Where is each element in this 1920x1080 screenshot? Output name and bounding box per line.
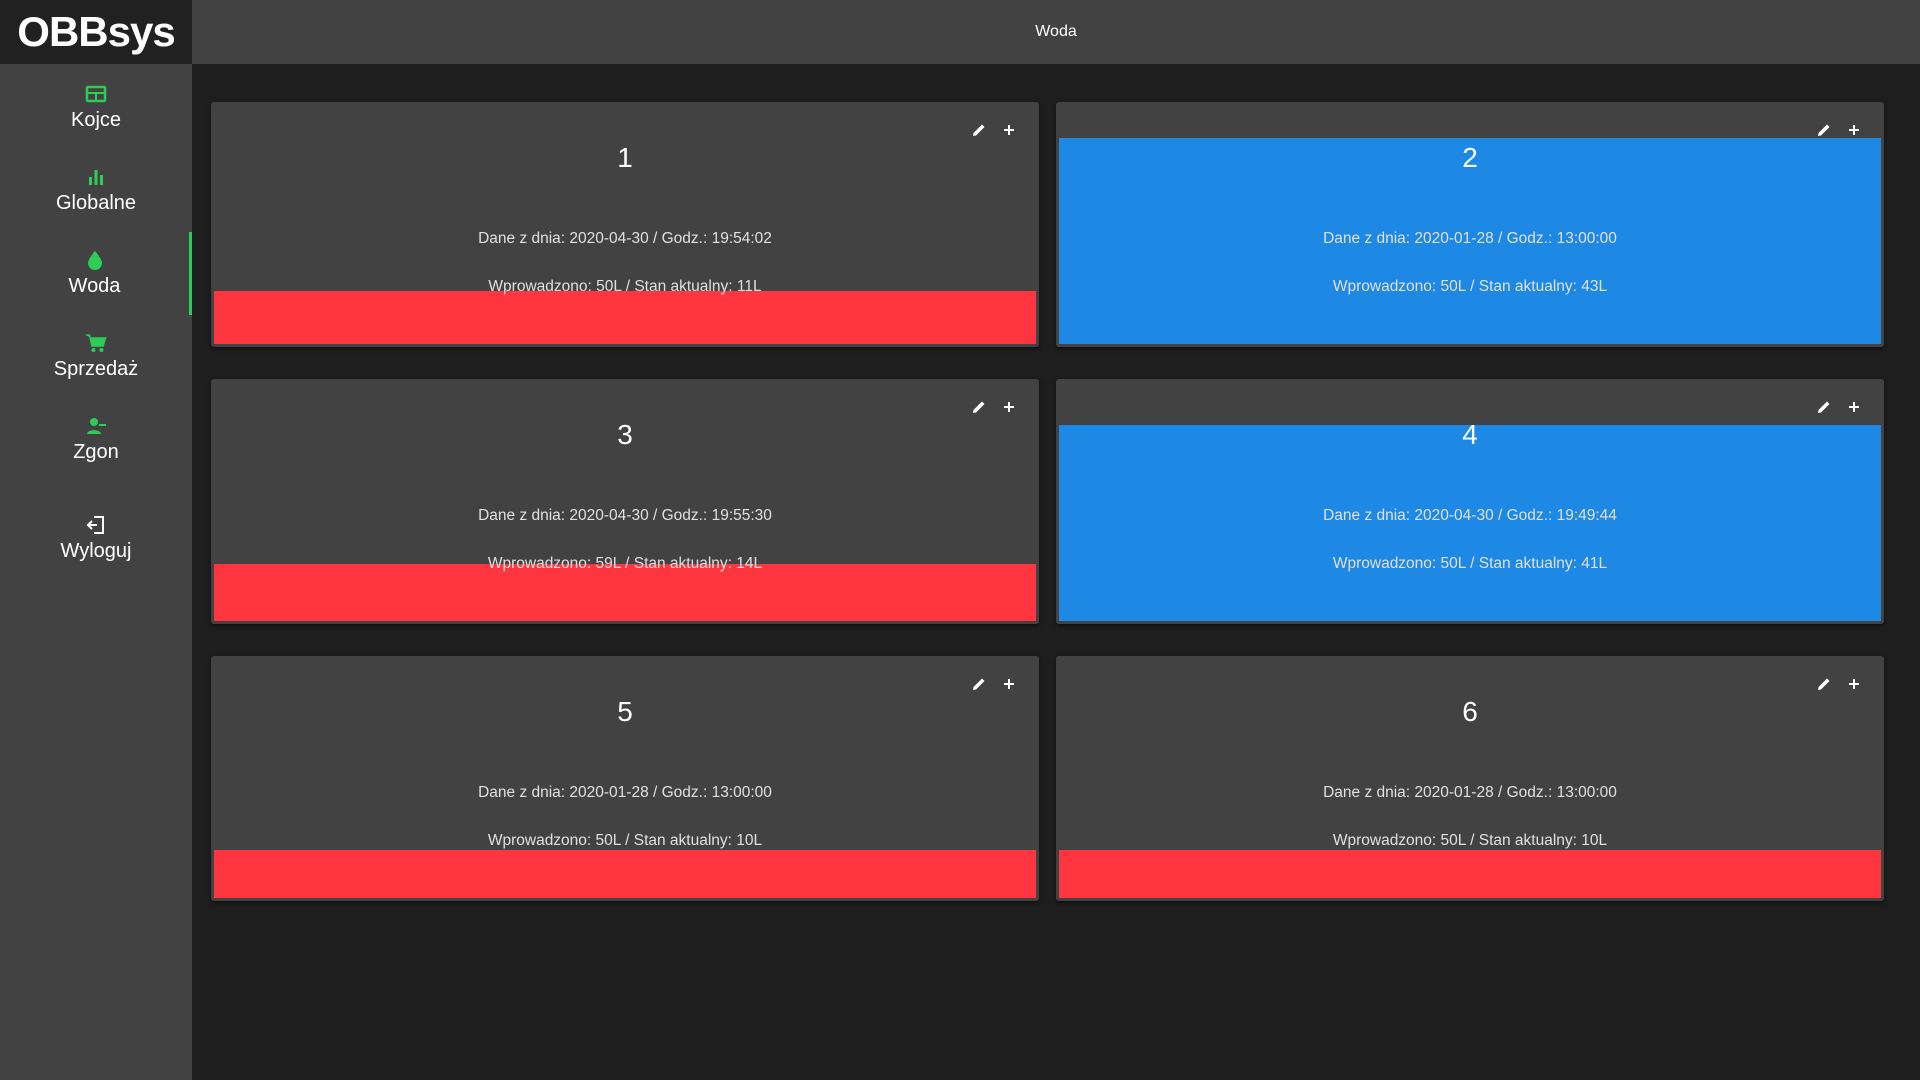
person-remove-icon [85,415,107,437]
water-card-4: 4 Dane z dnia: 2020-04-30 / Godz.: 19:49… [1056,379,1884,624]
top-bar: Woda [192,0,1920,64]
page-title: Woda [1035,23,1077,40]
sidebar-item-kojce[interactable]: Kojce [0,66,192,149]
water-level-bar [214,850,1036,898]
sidebar-item-label: Wyloguj [60,540,132,562]
card-date: Dane z dnia: 2020-04-30 / Godz.: 19:55:3… [478,507,772,524]
card-number: 3 [617,419,633,450]
card-amount: Wprowadzono: 50L / Stan aktualny: 10L [487,832,763,849]
add-icon[interactable] [1001,399,1017,415]
shopping-cart-icon [85,332,107,354]
card-amount: Wprowadzono: 50L / Stan aktualny: 41L [1332,555,1608,572]
card-amount: Wprowadzono: 50L / Stan aktualny: 11L [488,278,762,295]
sidebar-item-wyloguj[interactable]: Wyloguj [0,497,192,580]
water-level-bar [1059,850,1881,898]
water-card-2: 2 Dane z dnia: 2020-01-28 / Godz.: 13:00… [1056,102,1884,347]
card-number: 2 [1462,142,1478,173]
card-date: Dane z dnia: 2020-01-28 / Godz.: 13:00:0… [1323,784,1617,801]
card-date: Dane z dnia: 2020-01-28 / Godz.: 13:00:0… [478,784,772,801]
water-card-5: 5 Dane z dnia: 2020-01-28 / Godz.: 13:00… [211,656,1039,901]
edit-icon[interactable] [971,122,987,138]
water-card-3: 3 Dane z dnia: 2020-04-30 / Godz.: 19:55… [211,379,1039,624]
sidebar-item-globalne[interactable]: Globalne [0,149,192,232]
card-date: Dane z dnia: 2020-04-30 / Godz.: 19:54:0… [478,230,772,247]
water-card-6: 6 Dane z dnia: 2020-01-28 / Godz.: 13:00… [1056,656,1884,901]
sidebar-item-label: Globalne [55,192,137,214]
add-icon[interactable] [1846,676,1862,692]
logout-icon [85,514,107,536]
sidebar: OBBsys Kojce Globalne Woda Sprzedaż Zgon [0,0,192,1080]
water-card-1: 1 Dane z dnia: 2020-04-30 / Godz.: 19:54… [211,102,1039,347]
card-number: 1 [617,142,633,173]
edit-icon[interactable] [1816,399,1832,415]
card-number: 5 [617,696,633,727]
card-date: Dane z dnia: 2020-04-30 / Godz.: 19:49:4… [1323,507,1617,524]
add-icon[interactable] [1001,122,1017,138]
sidebar-item-label: Sprzedaż [53,358,139,380]
sidebar-item-zgon[interactable]: Zgon [0,398,192,481]
sidebar-item-label: Zgon [73,441,119,463]
edit-icon[interactable] [971,399,987,415]
card-amount: Wprowadzono: 50L / Stan aktualny: 43L [1332,278,1608,295]
sidebar-item-sprzedaz[interactable]: Sprzedaż [0,315,192,398]
card-amount: Wprowadzono: 59L / Stan aktualny: 14L [487,555,763,572]
card-amount: Wprowadzono: 50L / Stan aktualny: 10L [1332,832,1608,849]
card-number: 4 [1462,419,1478,450]
app-logo: OBBsys [0,0,192,64]
card-date: Dane z dnia: 2020-01-28 / Godz.: 13:00:0… [1323,230,1617,247]
add-icon[interactable] [1001,676,1017,692]
sidebar-item-label: Woda [68,275,121,297]
add-icon[interactable] [1846,122,1862,138]
edit-icon[interactable] [971,676,987,692]
water-drop-icon [84,249,106,271]
edit-icon[interactable] [1816,122,1832,138]
sidebar-item-woda[interactable]: Woda [0,232,192,315]
edit-icon[interactable] [1816,676,1832,692]
sidebar-item-label: Kojce [70,109,122,131]
add-icon[interactable] [1846,399,1862,415]
card-number: 6 [1462,696,1478,727]
pen-grid-icon [85,83,107,105]
bar-chart-icon [85,166,107,188]
water-level-bar [214,291,1036,344]
